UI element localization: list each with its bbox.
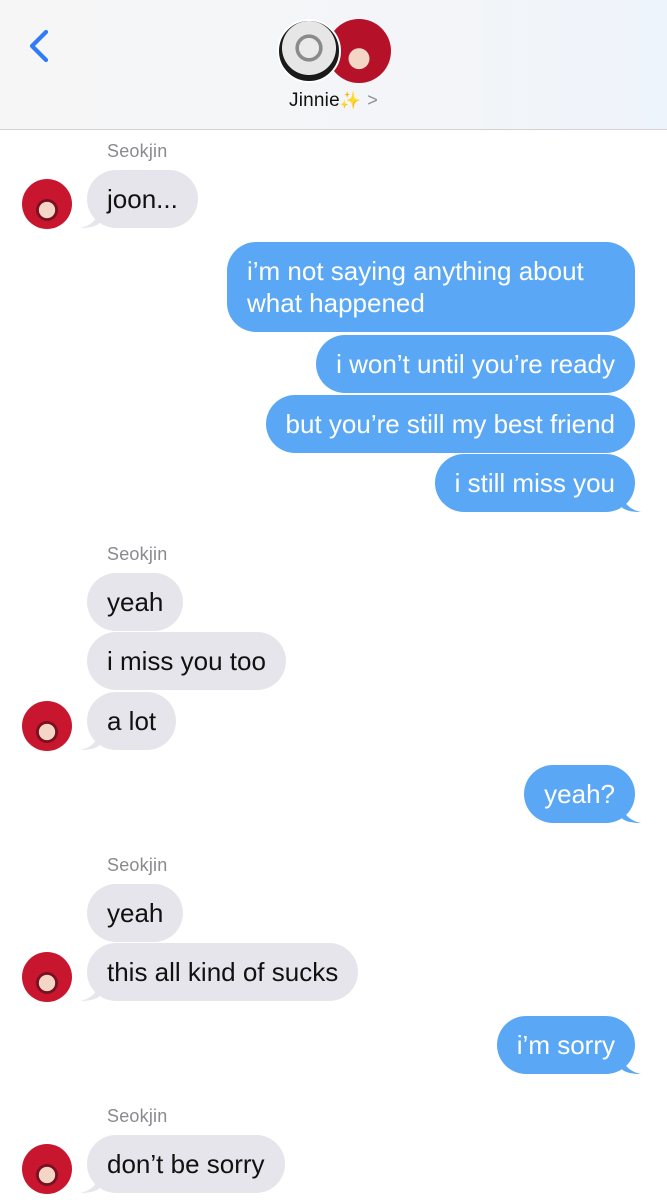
bubble-tail xyxy=(80,208,100,228)
sender-avatar xyxy=(22,179,72,229)
outgoing-message[interactable]: yeah? xyxy=(524,765,635,823)
bubble-tail xyxy=(80,1173,100,1193)
bubble-tail xyxy=(621,803,641,823)
contact-avatars[interactable] xyxy=(277,19,391,85)
bubble-tail xyxy=(621,492,641,512)
incoming-message[interactable]: this all kind of sucks xyxy=(87,943,359,1001)
back-chevron-icon[interactable] xyxy=(22,26,56,66)
sparkle-emoji-icon: ✨ xyxy=(339,91,362,110)
outgoing-message[interactable]: but you’re still my best friend xyxy=(265,395,635,453)
bubble-tail xyxy=(621,1054,641,1074)
contact-name-button[interactable]: Jinnie✨ > xyxy=(0,90,667,112)
incoming-message[interactable]: don’t be sorry xyxy=(87,1135,285,1193)
outgoing-message[interactable]: i still miss you xyxy=(434,454,635,512)
incoming-message[interactable]: i miss you too xyxy=(87,632,286,690)
sender-label: Seokjin xyxy=(107,1106,168,1126)
chevron-right-icon: > xyxy=(367,90,378,110)
bubble-tail xyxy=(80,981,100,1001)
outgoing-message[interactable]: i won’t until you’re ready xyxy=(316,335,635,393)
conversation-header: Jinnie✨ > xyxy=(0,0,667,130)
sender-avatar xyxy=(22,1144,72,1194)
contact-name: Jinnie xyxy=(289,90,340,111)
sender-avatar xyxy=(22,952,72,1002)
sender-label: Seokjin xyxy=(107,141,168,161)
incoming-message[interactable]: joon... xyxy=(87,170,198,228)
sender-label: Seokjin xyxy=(107,544,168,564)
incoming-message[interactable]: a lot xyxy=(87,692,177,750)
outgoing-message[interactable]: i’m sorry xyxy=(496,1016,635,1074)
sender-label: Seokjin xyxy=(107,855,168,875)
incoming-message[interactable]: yeah xyxy=(87,884,184,942)
incoming-message[interactable]: yeah xyxy=(87,573,184,631)
bubble-tail xyxy=(80,730,100,750)
outgoing-message[interactable]: i’m not saying anything about what happe… xyxy=(227,242,635,332)
contact-avatar-1 xyxy=(277,19,341,83)
sender-avatar xyxy=(22,701,72,751)
